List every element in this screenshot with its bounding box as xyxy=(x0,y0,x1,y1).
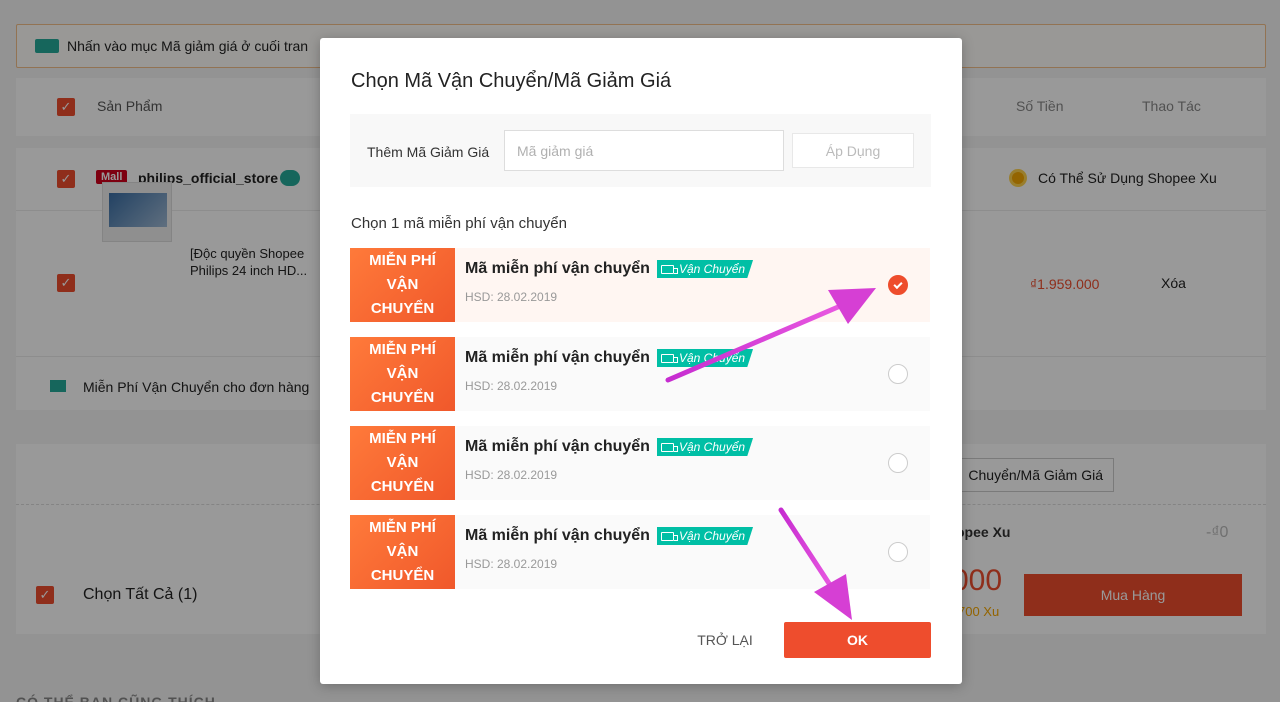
voucher-radio[interactable] xyxy=(888,364,908,384)
voucher-radio[interactable] xyxy=(888,542,908,562)
voucher-expiry: HSD: 28.02.2019 xyxy=(465,290,558,304)
ok-button[interactable]: OK xyxy=(784,622,931,658)
voucher-modal: Chọn Mã Vận Chuyển/Mã Giảm Giá Thêm Mã G… xyxy=(320,38,962,684)
voucher-expiry: HSD: 28.02.2019 xyxy=(465,557,558,571)
voucher-stub-text: MIỄN PHÍ VẬN CHUYỂN xyxy=(369,519,436,584)
voucher-stub-text: MIỄN PHÍ VẬN CHUYỂN xyxy=(369,430,436,495)
voucher-item[interactable]: MIỄN PHÍ VẬN CHUYỂN Mã miễn phí vận chuyể… xyxy=(347,248,930,322)
voucher-stub: MIỄN PHÍ VẬN CHUYỂN xyxy=(347,248,455,322)
voucher-item[interactable]: MIỄN PHÍ VẬN CHUYỂN Mã miễn phí vận chuyể… xyxy=(347,426,930,500)
voucher-stub-text: MIỄN PHÍ VẬN CHUYỂN xyxy=(369,252,436,317)
shipping-tag-text: Vận Chuyển xyxy=(679,440,746,454)
voucher-expiry: HSD: 28.02.2019 xyxy=(465,379,558,393)
voucher-stub: MIỄN PHÍ VẬN CHUYỂN xyxy=(347,426,455,500)
voucher-title: Mã miễn phí vận chuyển xyxy=(465,260,650,277)
shipping-tag-text: Vận Chuyển xyxy=(679,529,746,543)
truck-icon xyxy=(661,264,678,274)
modal-title: Chọn Mã Vận Chuyển/Mã Giảm Giá xyxy=(351,70,672,92)
shipping-tag-text: Vận Chuyển xyxy=(679,262,746,276)
voucher-item[interactable]: MIỄN PHÍ VẬN CHUYỂN Mã miễn phí vận chuyể… xyxy=(347,337,930,411)
shipping-tag-text: Vận Chuyển xyxy=(679,351,746,365)
truck-icon xyxy=(661,353,678,363)
shipping-tag: Vận Chuyển xyxy=(657,438,754,456)
voucher-stub: MIỄN PHÍ VẬN CHUYỂN xyxy=(347,337,455,411)
add-voucher-box: Thêm Mã Giảm Giá Áp Dụng xyxy=(350,114,931,187)
truck-icon xyxy=(661,442,678,452)
voucher-radio[interactable] xyxy=(888,275,908,295)
shipping-tag: Vận Chuyển xyxy=(657,260,754,278)
voucher-radio[interactable] xyxy=(888,453,908,473)
voucher-title: Mã miễn phí vận chuyển xyxy=(465,438,650,455)
voucher-title: Mã miễn phí vận chuyển xyxy=(465,527,650,544)
add-voucher-label: Thêm Mã Giảm Giá xyxy=(367,144,490,160)
voucher-code-input[interactable] xyxy=(504,130,784,171)
voucher-title: Mã miễn phí vận chuyển xyxy=(465,349,650,366)
truck-icon xyxy=(661,531,678,541)
voucher-stub-text: MIỄN PHÍ VẬN CHUYỂN xyxy=(369,341,436,406)
free-ship-section-label: Chọn 1 mã miễn phí vận chuyển xyxy=(351,215,567,232)
back-button[interactable]: TRỞ LẠI xyxy=(655,622,795,658)
voucher-item[interactable]: MIỄN PHÍ VẬN CHUYỂN Mã miễn phí vận chuyể… xyxy=(347,515,930,589)
voucher-expiry: HSD: 28.02.2019 xyxy=(465,468,558,482)
voucher-stub: MIỄN PHÍ VẬN CHUYỂN xyxy=(347,515,455,589)
shipping-tag: Vận Chuyển xyxy=(657,349,754,367)
shipping-tag: Vận Chuyển xyxy=(657,527,754,545)
apply-button[interactable]: Áp Dụng xyxy=(792,133,914,168)
